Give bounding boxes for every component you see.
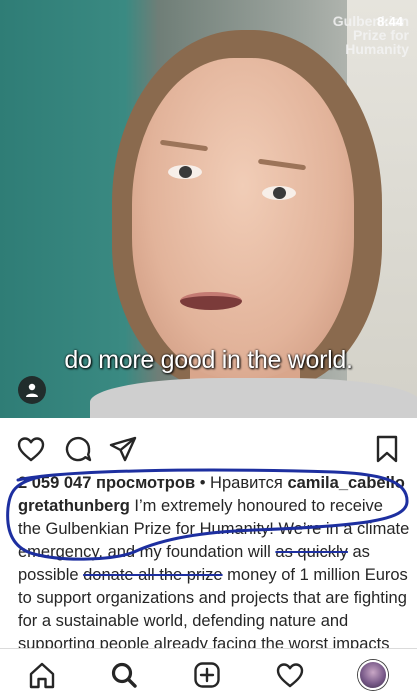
avatar (358, 660, 388, 690)
video-time: 8:44 (376, 14, 403, 29)
caption-strike-1: as quickly (275, 543, 348, 561)
nav-profile[interactable] (356, 658, 390, 692)
tagged-users-button[interactable] (18, 376, 46, 404)
post-video[interactable]: Gulbenkian Prize for Humanity 8:44 do mo… (0, 0, 417, 418)
caption-strike-2: donate all the prize (83, 566, 223, 584)
person-face (132, 58, 354, 378)
comment-button[interactable] (63, 434, 93, 464)
left-eye (168, 165, 202, 179)
add-post-icon (194, 662, 220, 688)
brand-line-3: Humanity (345, 41, 409, 57)
bottom-navigation (0, 648, 417, 700)
send-icon (109, 436, 137, 462)
comment-icon (65, 436, 92, 462)
right-eye (262, 186, 296, 200)
nav-search[interactable] (107, 658, 141, 692)
liked-by-label: • Нравится (195, 474, 288, 492)
video-subtitle: do more good in the world. (64, 346, 353, 374)
search-icon (111, 662, 137, 688)
save-button[interactable] (372, 434, 402, 464)
bookmark-icon (376, 435, 398, 463)
mouth (180, 292, 242, 310)
nav-activity[interactable] (273, 658, 307, 692)
share-button[interactable] (108, 434, 138, 464)
liked-by-user[interactable]: camila_cabello (287, 474, 404, 492)
nav-home[interactable] (25, 658, 59, 692)
heart-icon (276, 663, 304, 688)
nav-add-post[interactable] (190, 658, 224, 692)
heart-icon (17, 437, 45, 462)
view-count[interactable]: 2 059 047 просмотров (18, 474, 195, 492)
like-button[interactable] (16, 434, 46, 464)
home-icon (29, 662, 55, 689)
person-shirt (90, 378, 417, 418)
post-author[interactable]: gretathunberg (18, 497, 130, 515)
brand-line-2: Prize for (352, 27, 409, 43)
post-actions-bar (0, 428, 417, 468)
user-icon (26, 383, 38, 397)
post-caption: 2 059 047 просмотров • Нравится camila_c… (18, 472, 410, 656)
